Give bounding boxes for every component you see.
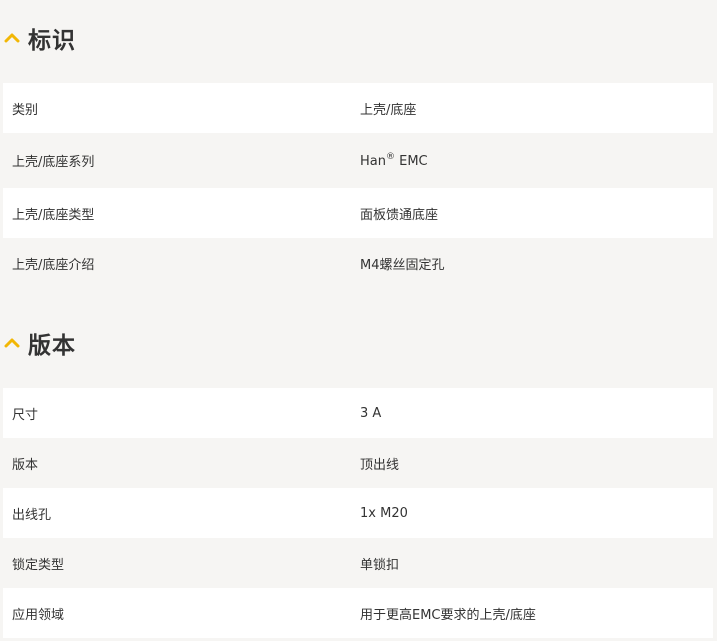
table-row: 应用领域 用于更高EMC要求的上壳/底座 — [3, 588, 713, 638]
spec-page: 标识 类别 上壳/底座 上壳/底座系列 Han® EMC 上壳/底座类型 面板馈… — [0, 0, 717, 641]
row-label: 出线孔 — [12, 507, 52, 523]
section-title: 标识 — [28, 28, 76, 54]
row-value: 用于更高EMC要求的上壳/底座 — [360, 607, 536, 623]
chevron-up-icon[interactable] — [4, 335, 20, 351]
row-value: Han® EMC — [360, 152, 713, 169]
row-label: 类别 — [12, 102, 39, 118]
row-label: 应用领域 — [12, 607, 65, 623]
table-row: 上壳/底座系列 Han® EMC — [3, 133, 713, 188]
row-label: 锁定类型 — [12, 557, 65, 573]
series-name: Han — [360, 154, 386, 169]
section-header-version[interactable]: 版本 — [0, 318, 717, 368]
section-header-identification[interactable]: 标识 — [0, 13, 717, 63]
row-value: 上壳/底座 — [360, 102, 417, 118]
row-label: 版本 — [12, 457, 39, 473]
row-label: 上壳/底座系列 — [12, 155, 95, 170]
registered-mark: ® — [385, 152, 395, 162]
spec-table-version: 尺寸 3 A 版本 顶出线 出线孔 1x M20 锁定类型 单锁扣 应用领域 用… — [3, 388, 713, 638]
table-row: 锁定类型 单锁扣 — [3, 538, 713, 588]
row-value: 面板馈通底座 — [360, 207, 439, 223]
spec-table-identification: 类别 上壳/底座 上壳/底座系列 Han® EMC 上壳/底座类型 面板馈通底座… — [3, 83, 713, 288]
row-value: 3 A — [360, 405, 382, 421]
table-row: 版本 顶出线 — [3, 438, 713, 488]
series-suffix: EMC — [394, 154, 428, 169]
row-value: 顶出线 — [360, 457, 400, 473]
row-label: 尺寸 — [12, 407, 39, 423]
table-row: 上壳/底座类型 面板馈通底座 — [3, 188, 713, 238]
row-value: 单锁扣 — [360, 557, 400, 573]
table-row: 尺寸 3 A — [3, 388, 713, 438]
table-row: 出线孔 1x M20 — [3, 488, 713, 538]
row-label: 上壳/底座介绍 — [12, 257, 95, 273]
section-title: 版本 — [28, 333, 76, 359]
row-value: M4螺丝固定孔 — [360, 257, 445, 273]
table-row: 类别 上壳/底座 — [3, 83, 713, 133]
chevron-up-icon[interactable] — [4, 30, 20, 46]
row-value: 1x M20 — [360, 505, 408, 521]
table-row: 上壳/底座介绍 M4螺丝固定孔 — [3, 238, 713, 288]
row-label: 上壳/底座类型 — [12, 207, 95, 223]
